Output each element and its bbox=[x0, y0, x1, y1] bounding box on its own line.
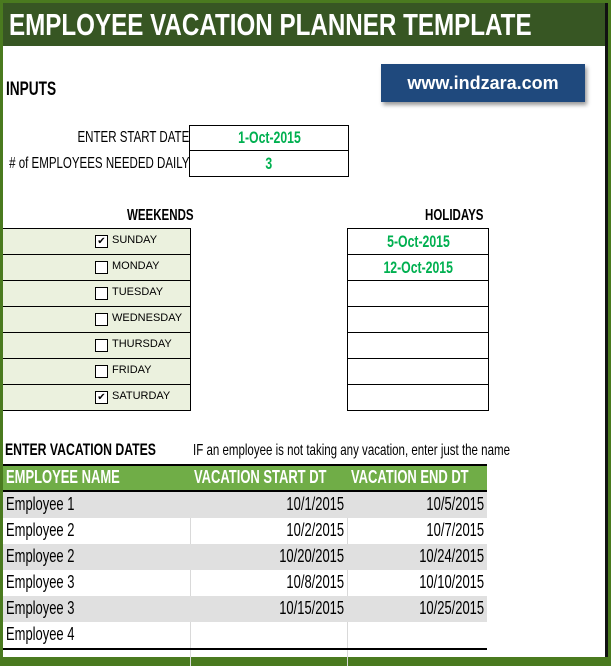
employees-needed-label: # of EMPLOYEES NEEDED DAILY bbox=[8, 155, 189, 172]
weekend-row-saturday: ✔ SATURDAY bbox=[3, 385, 190, 411]
start-date-label: ENTER START DATE bbox=[77, 129, 189, 146]
vacation-heading: ENTER VACATION DATES bbox=[5, 440, 156, 459]
checkbox-wednesday[interactable] bbox=[95, 313, 108, 326]
weekend-row-monday: MONDAY bbox=[3, 255, 190, 281]
brand-link[interactable]: www.indzara.com bbox=[381, 64, 585, 102]
start-date-cell[interactable]: 10/8/2015 bbox=[286, 572, 344, 593]
weekend-row-sunday: ✔ SUNDAY bbox=[3, 229, 190, 255]
column-header-end: VACATION END DT bbox=[351, 467, 469, 487]
employee-name-cell[interactable]: Employee 1 bbox=[6, 494, 74, 515]
checkbox-sunday[interactable]: ✔ bbox=[95, 235, 108, 248]
employee-name-cell[interactable]: Employee 3 bbox=[6, 598, 74, 619]
table-header: EMPLOYEE NAME VACATION START DT VACATION… bbox=[3, 464, 487, 492]
column-header-name: EMPLOYEE NAME bbox=[6, 467, 120, 487]
weekend-row-thursday: THURSDAY bbox=[3, 333, 190, 359]
worksheet: EMPLOYEE VACATION PLANNER TEMPLATE INPUT… bbox=[3, 3, 608, 666]
table-row: Employee 3 10/8/2015 10/10/2015 bbox=[3, 570, 487, 596]
start-date-cell[interactable]: 10/1/2015 bbox=[286, 494, 344, 515]
end-date-cell[interactable]: 10/5/2015 bbox=[426, 494, 484, 515]
end-date-cell[interactable]: 10/24/2015 bbox=[419, 546, 484, 567]
checkbox-tuesday[interactable] bbox=[95, 287, 108, 300]
checkbox-monday[interactable] bbox=[95, 261, 108, 274]
table-row: Employee 4 bbox=[3, 622, 487, 648]
holiday-cell[interactable] bbox=[348, 333, 488, 359]
checkbox-friday[interactable] bbox=[95, 365, 108, 378]
holiday-cell[interactable] bbox=[348, 281, 488, 307]
end-date-cell[interactable]: 10/25/2015 bbox=[419, 598, 484, 619]
employee-name-cell[interactable]: Employee 4 bbox=[6, 624, 74, 645]
holiday-cell[interactable]: 12-Oct-2015 bbox=[348, 255, 488, 281]
checkbox-thursday[interactable] bbox=[95, 339, 108, 352]
checkbox-saturday[interactable]: ✔ bbox=[95, 391, 108, 404]
weekend-row-wednesday: WEDNESDAY bbox=[3, 307, 190, 333]
weekend-row-friday: FRIDAY bbox=[3, 359, 190, 385]
start-date-input[interactable]: 1-Oct-2015 bbox=[189, 125, 349, 151]
column-header-start: VACATION START DT bbox=[194, 467, 327, 487]
start-date-cell[interactable]: 10/2/2015 bbox=[286, 520, 344, 541]
vacation-table: EMPLOYEE NAME VACATION START DT VACATION… bbox=[3, 464, 487, 666]
holiday-cell[interactable] bbox=[348, 307, 488, 333]
weekend-row-tuesday: TUESDAY bbox=[3, 281, 190, 307]
holidays-heading: HOLIDAYS bbox=[425, 207, 484, 224]
table-row: Employee 2 10/20/2015 10/24/2015 bbox=[3, 544, 487, 570]
holiday-cell[interactable]: 5-Oct-2015 bbox=[348, 229, 488, 255]
start-date-cell[interactable]: 10/20/2015 bbox=[279, 546, 344, 567]
employee-name-cell[interactable]: Employee 2 bbox=[6, 520, 74, 541]
employee-name-cell[interactable]: Employee 2 bbox=[6, 546, 74, 567]
table-row: Employee 3 10/15/2015 10/25/2015 bbox=[3, 596, 487, 622]
holidays-list: 5-Oct-2015 12-Oct-2015 bbox=[347, 228, 489, 411]
weekends-heading: WEEKENDS bbox=[127, 207, 194, 224]
empty-row[interactable] bbox=[3, 650, 487, 666]
table-row: Employee 2 10/2/2015 10/7/2015 bbox=[3, 518, 487, 544]
table-row: Employee 1 10/1/2015 10/5/2015 bbox=[3, 492, 487, 518]
vacation-note: IF an employee is not taking any vacatio… bbox=[193, 442, 510, 459]
weekends-list: ✔ SUNDAY MONDAY TUESDAY WEDNESDAY THURSDA… bbox=[3, 228, 191, 411]
page-title: EMPLOYEE VACATION PLANNER TEMPLATE bbox=[9, 7, 532, 42]
employees-needed-input[interactable]: 3 bbox=[189, 151, 349, 177]
inputs-heading: INPUTS bbox=[6, 79, 57, 100]
title-bar: EMPLOYEE VACATION PLANNER TEMPLATE bbox=[3, 3, 605, 46]
holiday-cell[interactable] bbox=[348, 359, 488, 385]
holiday-cell[interactable] bbox=[348, 385, 488, 411]
employee-name-cell[interactable]: Employee 3 bbox=[6, 572, 74, 593]
end-date-cell[interactable]: 10/10/2015 bbox=[419, 572, 484, 593]
end-date-cell[interactable]: 10/7/2015 bbox=[426, 520, 484, 541]
start-date-cell[interactable]: 10/15/2015 bbox=[279, 598, 344, 619]
